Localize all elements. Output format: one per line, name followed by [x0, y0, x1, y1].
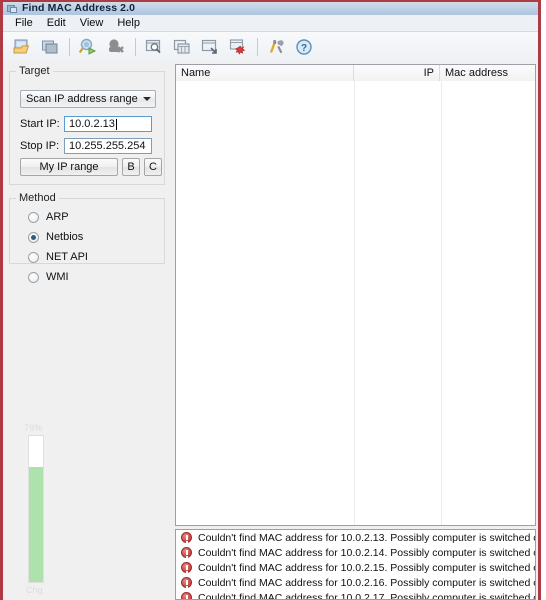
save-copy-icon: [42, 40, 58, 54]
menu-item-view[interactable]: View: [73, 15, 111, 31]
find-in-list-button[interactable]: [142, 35, 166, 59]
stop-scan-icon: [109, 39, 124, 53]
progress-gauge: 79% Chg: [23, 423, 49, 595]
method-option-netbios[interactable]: Netbios: [28, 230, 83, 244]
radio-icon: [28, 211, 39, 223]
scan-mode-select[interactable]: Scan IP address range: [20, 90, 156, 108]
log-entry-text: Couldn't find MAC address for 10.0.2.14.…: [198, 546, 536, 559]
target-group-label: Target: [16, 65, 53, 77]
window-title: Find MAC Address 2.0: [22, 2, 136, 14]
menu-bar: File Edit View Help: [3, 15, 538, 32]
column-header-mac[interactable]: Mac address: [440, 65, 535, 81]
log-entry-text: Couldn't find MAC address for 10.0.2.15.…: [198, 561, 536, 574]
log-entry: Couldn't find MAC address for 10.0.2.14.…: [176, 545, 535, 560]
method-group-label: Method: [16, 192, 59, 204]
menu-item-edit[interactable]: Edit: [40, 15, 73, 31]
error-icon: [181, 577, 192, 588]
log-entry-text: Couldn't find MAC address for 10.0.2.17.…: [198, 591, 536, 600]
stop-ip-row: Stop IP: 10.255.255.254: [20, 138, 152, 154]
stop-ip-input[interactable]: 10.255.255.254: [64, 138, 152, 154]
log-entry: Couldn't find MAC address for 10.0.2.16.…: [176, 575, 535, 590]
stop-ip-value: 10.255.255.254: [69, 140, 146, 152]
toolbar-separator: [69, 38, 70, 56]
method-option-wmi-label: WMI: [46, 271, 69, 283]
window-copy-icon: [173, 39, 190, 54]
column-header-name[interactable]: Name: [176, 65, 354, 81]
start-scan-button[interactable]: [76, 35, 100, 59]
start-ip-value: 10.0.2.13: [69, 118, 115, 130]
help-circle-icon: ?: [296, 39, 312, 55]
radio-icon: [28, 271, 39, 283]
radio-icon: [28, 251, 39, 263]
start-ip-row: Start IP: 10.0.2.13: [20, 116, 152, 132]
progress-gauge-track: [28, 435, 44, 583]
toolbar: ?: [3, 32, 538, 63]
progress-gauge-fill: [29, 466, 43, 582]
window-delete-icon: [229, 39, 246, 55]
stop-scan-button[interactable]: [104, 35, 128, 59]
copy-rows-button[interactable]: [170, 35, 194, 59]
error-icon: [181, 592, 192, 599]
method-option-netapi[interactable]: NET API: [28, 250, 88, 264]
error-icon: [181, 562, 192, 573]
method-option-wmi[interactable]: WMI: [28, 270, 69, 284]
menu-item-help[interactable]: Help: [110, 15, 147, 31]
log-list[interactable]: Couldn't find MAC address for 10.0.2.13.…: [175, 529, 536, 600]
radio-icon: [28, 231, 39, 243]
export-button[interactable]: [198, 35, 222, 59]
log-entry: Couldn't find MAC address for 10.0.2.15.…: [176, 560, 535, 575]
log-entry-text: Couldn't find MAC address for 10.0.2.16.…: [198, 576, 536, 589]
log-entry-text: Couldn't find MAC address for 10.0.2.13.…: [198, 531, 536, 544]
folder-open-icon: [13, 39, 30, 54]
help-button[interactable]: ?: [292, 35, 316, 59]
method-option-netbios-label: Netbios: [46, 231, 84, 243]
chevron-down-icon: [139, 91, 155, 107]
column-divider: [354, 81, 355, 525]
app-icon: [7, 4, 18, 14]
settings-panel: Target Scan IP address range Start IP: 1…: [3, 62, 171, 600]
magnifier-play-icon: [78, 38, 97, 55]
stop-ip-label: Stop IP:: [20, 140, 60, 152]
class-b-button[interactable]: B: [122, 158, 140, 176]
class-c-button[interactable]: C: [144, 158, 162, 176]
text-caret: [115, 118, 117, 130]
main-content: Target Scan IP address range Start IP: 1…: [3, 62, 538, 600]
tools-icon: [269, 40, 284, 54]
method-group: Method ARP Netbios NET API WMI: [9, 192, 165, 283]
window-magnifier-icon: [145, 39, 161, 54]
application-window: Find MAC Address 2.0 File Edit View Help: [0, 0, 541, 600]
results-list[interactable]: Name IP Mac address: [175, 64, 536, 526]
results-list-header: Name IP Mac address: [176, 65, 535, 82]
results-panel: Name IP Mac address Couldn't find MAC ad…: [171, 62, 538, 600]
open-button[interactable]: [10, 35, 34, 59]
title-bar: Find MAC Address 2.0: [3, 2, 538, 16]
target-group: Target Scan IP address range Start IP: 1…: [9, 65, 165, 185]
window-arrow-icon: [201, 39, 217, 54]
results-list-body[interactable]: [176, 81, 535, 525]
error-icon: [181, 547, 192, 558]
method-option-arp-label: ARP: [46, 211, 69, 223]
options-button[interactable]: [264, 35, 288, 59]
start-ip-label: Start IP:: [20, 118, 60, 130]
method-option-arp[interactable]: ARP: [28, 210, 69, 224]
delete-button[interactable]: [226, 35, 250, 59]
start-ip-input[interactable]: 10.0.2.13: [64, 116, 152, 132]
svg-text:?: ?: [301, 43, 307, 54]
log-entry: Couldn't find MAC address for 10.0.2.13.…: [176, 530, 535, 545]
save-button[interactable]: [38, 35, 62, 59]
progress-gauge-caption: Chg: [26, 585, 43, 595]
error-icon: [181, 532, 192, 543]
menu-item-file[interactable]: File: [8, 15, 40, 31]
method-option-netapi-label: NET API: [46, 251, 88, 263]
toolbar-separator: [257, 38, 258, 56]
scan-mode-value: Scan IP address range: [26, 93, 138, 105]
toolbar-separator: [135, 38, 136, 56]
log-entry: Couldn't find MAC address for 10.0.2.17.…: [176, 590, 536, 600]
column-header-ip[interactable]: IP: [354, 65, 440, 81]
column-divider: [441, 81, 442, 525]
progress-percent-label: 79%: [24, 423, 43, 433]
my-ip-range-button[interactable]: My IP range: [20, 158, 118, 176]
